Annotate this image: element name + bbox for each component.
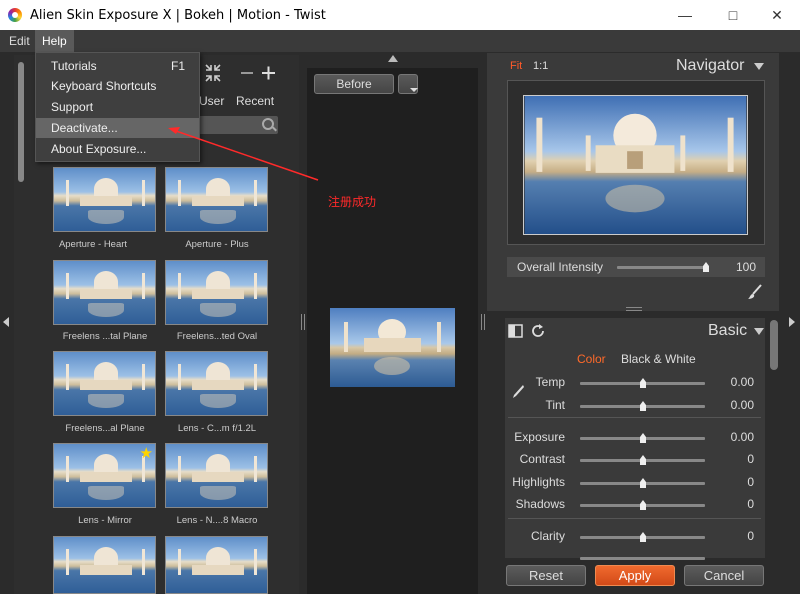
maximize-icon[interactable]: □ — [710, 0, 756, 30]
menu-item-shortcut: F1 — [170, 59, 185, 73]
menu-bar: Edit Help — [0, 30, 800, 52]
split-view-button[interactable] — [398, 74, 418, 94]
reset-panel-icon[interactable] — [530, 323, 546, 339]
menu-item-support[interactable]: Support — [36, 97, 199, 117]
preset-thumbnail[interactable] — [165, 536, 268, 594]
zoom-fit-button[interactable]: Fit — [510, 60, 522, 72]
slider-value-clarity: 0 — [747, 529, 754, 543]
divider — [508, 518, 761, 519]
menu-item-label: Tutorials — [51, 59, 97, 73]
slider-value-temp: 0.00 — [730, 375, 754, 389]
slider-label-tint: Tint — [545, 398, 565, 412]
presets-tabs: User Recent — [196, 94, 296, 112]
presets-scrollbar[interactable] — [18, 62, 24, 182]
preset-thumbnail[interactable] — [53, 167, 156, 232]
presets-search-input[interactable] — [196, 116, 278, 134]
reset-button[interactable]: Reset — [506, 565, 586, 586]
basic-dropdown-icon[interactable] — [754, 328, 764, 335]
preset-thumbnail[interactable] — [165, 351, 268, 416]
left-resize-grip[interactable] — [301, 314, 305, 330]
preset-label: Lens - Mirror — [78, 515, 132, 526]
slider-value-contrast: 0 — [747, 452, 754, 466]
panel-toggle-icon[interactable] — [508, 323, 524, 339]
app-logo-icon — [8, 8, 22, 22]
slider-label-temp: Temp — [535, 375, 565, 389]
add-preset-icon[interactable] — [262, 66, 275, 80]
vertical-resize-grip[interactable] — [626, 307, 642, 311]
divider — [508, 417, 761, 418]
help-menu: Tutorials F1 Keyboard Shortcuts Support … — [35, 52, 200, 162]
overall-intensity-label: Overall Intensity — [517, 260, 604, 274]
search-icon — [262, 118, 274, 130]
menu-help[interactable]: Help — [35, 30, 74, 52]
menu-item-about[interactable]: About Exposure... — [36, 139, 199, 159]
preset-label: Freelens ...tal Plane — [62, 331, 148, 342]
basic-scrollbar[interactable] — [770, 320, 778, 370]
slider-value-exposure: 0.00 — [730, 430, 754, 444]
slider-label-highlights: Highlights — [512, 475, 565, 489]
overall-intensity-value: 100 — [736, 260, 757, 274]
preset-thumbnail[interactable] — [53, 536, 156, 594]
menu-item-deactivate[interactable]: Deactivate... — [36, 118, 199, 138]
preset-label: Freelens...ted Oval — [176, 331, 258, 342]
tab-recent[interactable]: Recent — [236, 94, 274, 108]
preset-thumbnail[interactable] — [165, 260, 268, 325]
overall-intensity-slider[interactable] — [617, 266, 707, 269]
tab-user[interactable]: User — [199, 94, 224, 108]
preset-label: Freelens...al Plane — [65, 423, 145, 434]
slider-label-clarity: Clarity — [530, 529, 565, 543]
menu-edit[interactable]: Edit — [2, 30, 37, 52]
tab-color[interactable]: Color — [577, 352, 606, 366]
remove-preset-icon[interactable] — [241, 72, 253, 74]
slider-label-contrast: Contrast — [519, 452, 565, 466]
tab-black-white[interactable]: Black & White — [621, 352, 696, 366]
close-icon[interactable]: ✕ — [754, 0, 800, 30]
navigator-title: Navigator — [676, 57, 745, 74]
collapse-left-panel-icon[interactable] — [3, 317, 9, 327]
preset-thumbnail[interactable] — [165, 443, 268, 508]
brush-icon[interactable] — [747, 284, 763, 300]
before-button[interactable]: Before — [314, 74, 394, 94]
preset-label: Lens - N....8 Macro — [176, 515, 258, 526]
collapse-top-icon[interactable] — [388, 55, 398, 62]
navigator-dropdown-icon[interactable] — [754, 63, 764, 70]
preset-thumbnail[interactable]: ★ — [53, 443, 156, 508]
preset-label: Lens - C...m f/1.2L — [177, 423, 257, 434]
presets-toolbar — [205, 64, 275, 82]
menu-item-tutorials[interactable]: Tutorials F1 — [36, 56, 199, 76]
right-resize-grip[interactable] — [481, 314, 485, 330]
slider-label-exposure: Exposure — [514, 430, 565, 444]
navigator-image[interactable] — [523, 95, 748, 235]
title-bar: Alien Skin Exposure X | Bokeh | Motion -… — [0, 0, 800, 30]
preset-thumbnail[interactable] — [53, 351, 156, 416]
slider-value-highlights: 0 — [747, 475, 754, 489]
apply-button[interactable]: Apply — [595, 565, 675, 586]
preview-image — [330, 308, 455, 387]
annotation-text: 注册成功 — [328, 195, 377, 209]
slider-label-shadows: Shadows — [515, 497, 565, 511]
preset-label: Aperture - Plus — [185, 239, 249, 250]
cancel-button[interactable]: Cancel — [684, 565, 764, 586]
preset-label: Aperture - Heart — [58, 239, 128, 250]
preset-thumbnail[interactable] — [165, 167, 268, 232]
collapse-icon[interactable] — [205, 64, 221, 82]
window-title: Alien Skin Exposure X | Bokeh | Motion -… — [30, 8, 326, 23]
zoom-1to1-button[interactable]: 1:1 — [533, 60, 548, 72]
slider-value-shadows: 0 — [747, 497, 754, 511]
favorite-star-icon[interactable]: ★ — [140, 444, 153, 462]
preset-thumbnail[interactable] — [53, 260, 156, 325]
basic-title: Basic — [708, 322, 748, 339]
minimize-icon[interactable]: — — [662, 0, 708, 30]
slider-value-tint: 0.00 — [730, 398, 754, 412]
collapse-right-panel-icon[interactable] — [789, 317, 795, 327]
menu-item-keyboard-shortcuts[interactable]: Keyboard Shortcuts — [36, 76, 199, 96]
